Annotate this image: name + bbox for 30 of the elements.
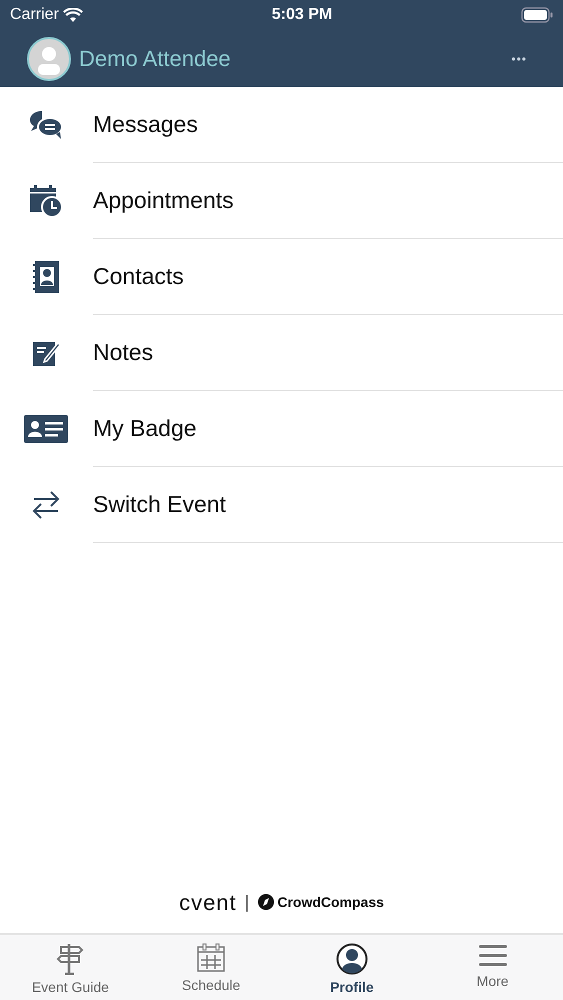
time-label: 5:03 PM: [272, 5, 332, 25]
calendar-clock-icon: [29, 184, 63, 218]
swap-arrows-icon: [31, 489, 61, 521]
compass-icon: [257, 893, 276, 911]
person-circle-icon: [336, 943, 368, 975]
menu-item[interactable]: Switch Event: [93, 487, 226, 522]
menu-item[interactable]: My Badge: [93, 411, 197, 446]
chat-bubbles-icon: [28, 110, 64, 140]
carrier-label: Carrier: [10, 5, 59, 25]
tab-button[interactable]: More: [422, 935, 563, 1000]
tab-button[interactable]: Profile: [282, 935, 422, 1000]
product-logo: CrowdCompass: [277, 892, 384, 912]
user-name: Demo Attendee: [79, 45, 232, 73]
address-book-icon: [32, 260, 60, 294]
menu-item[interactable]: Messages: [93, 107, 198, 142]
calendar-icon: [196, 943, 226, 973]
tab-button[interactable]: Schedule: [140, 935, 282, 1000]
tab-button[interactable]: Event Guide: [0, 935, 141, 1000]
avatar-icon[interactable]: [27, 36, 71, 80]
menu-item[interactable]: Appointments: [93, 183, 234, 218]
menu-item[interactable]: Notes: [93, 335, 154, 370]
menu-icon: [478, 943, 508, 969]
more-button[interactable]: •••: [505, 48, 533, 68]
menu-item[interactable]: Contacts: [93, 259, 184, 294]
wifi-icon: [62, 8, 83, 22]
signpost-icon: [56, 943, 84, 975]
logo-separator: |: [244, 890, 250, 914]
id-card-icon: [23, 414, 69, 444]
brand-logo: cvent: [179, 888, 237, 916]
battery-icon: [521, 7, 554, 23]
